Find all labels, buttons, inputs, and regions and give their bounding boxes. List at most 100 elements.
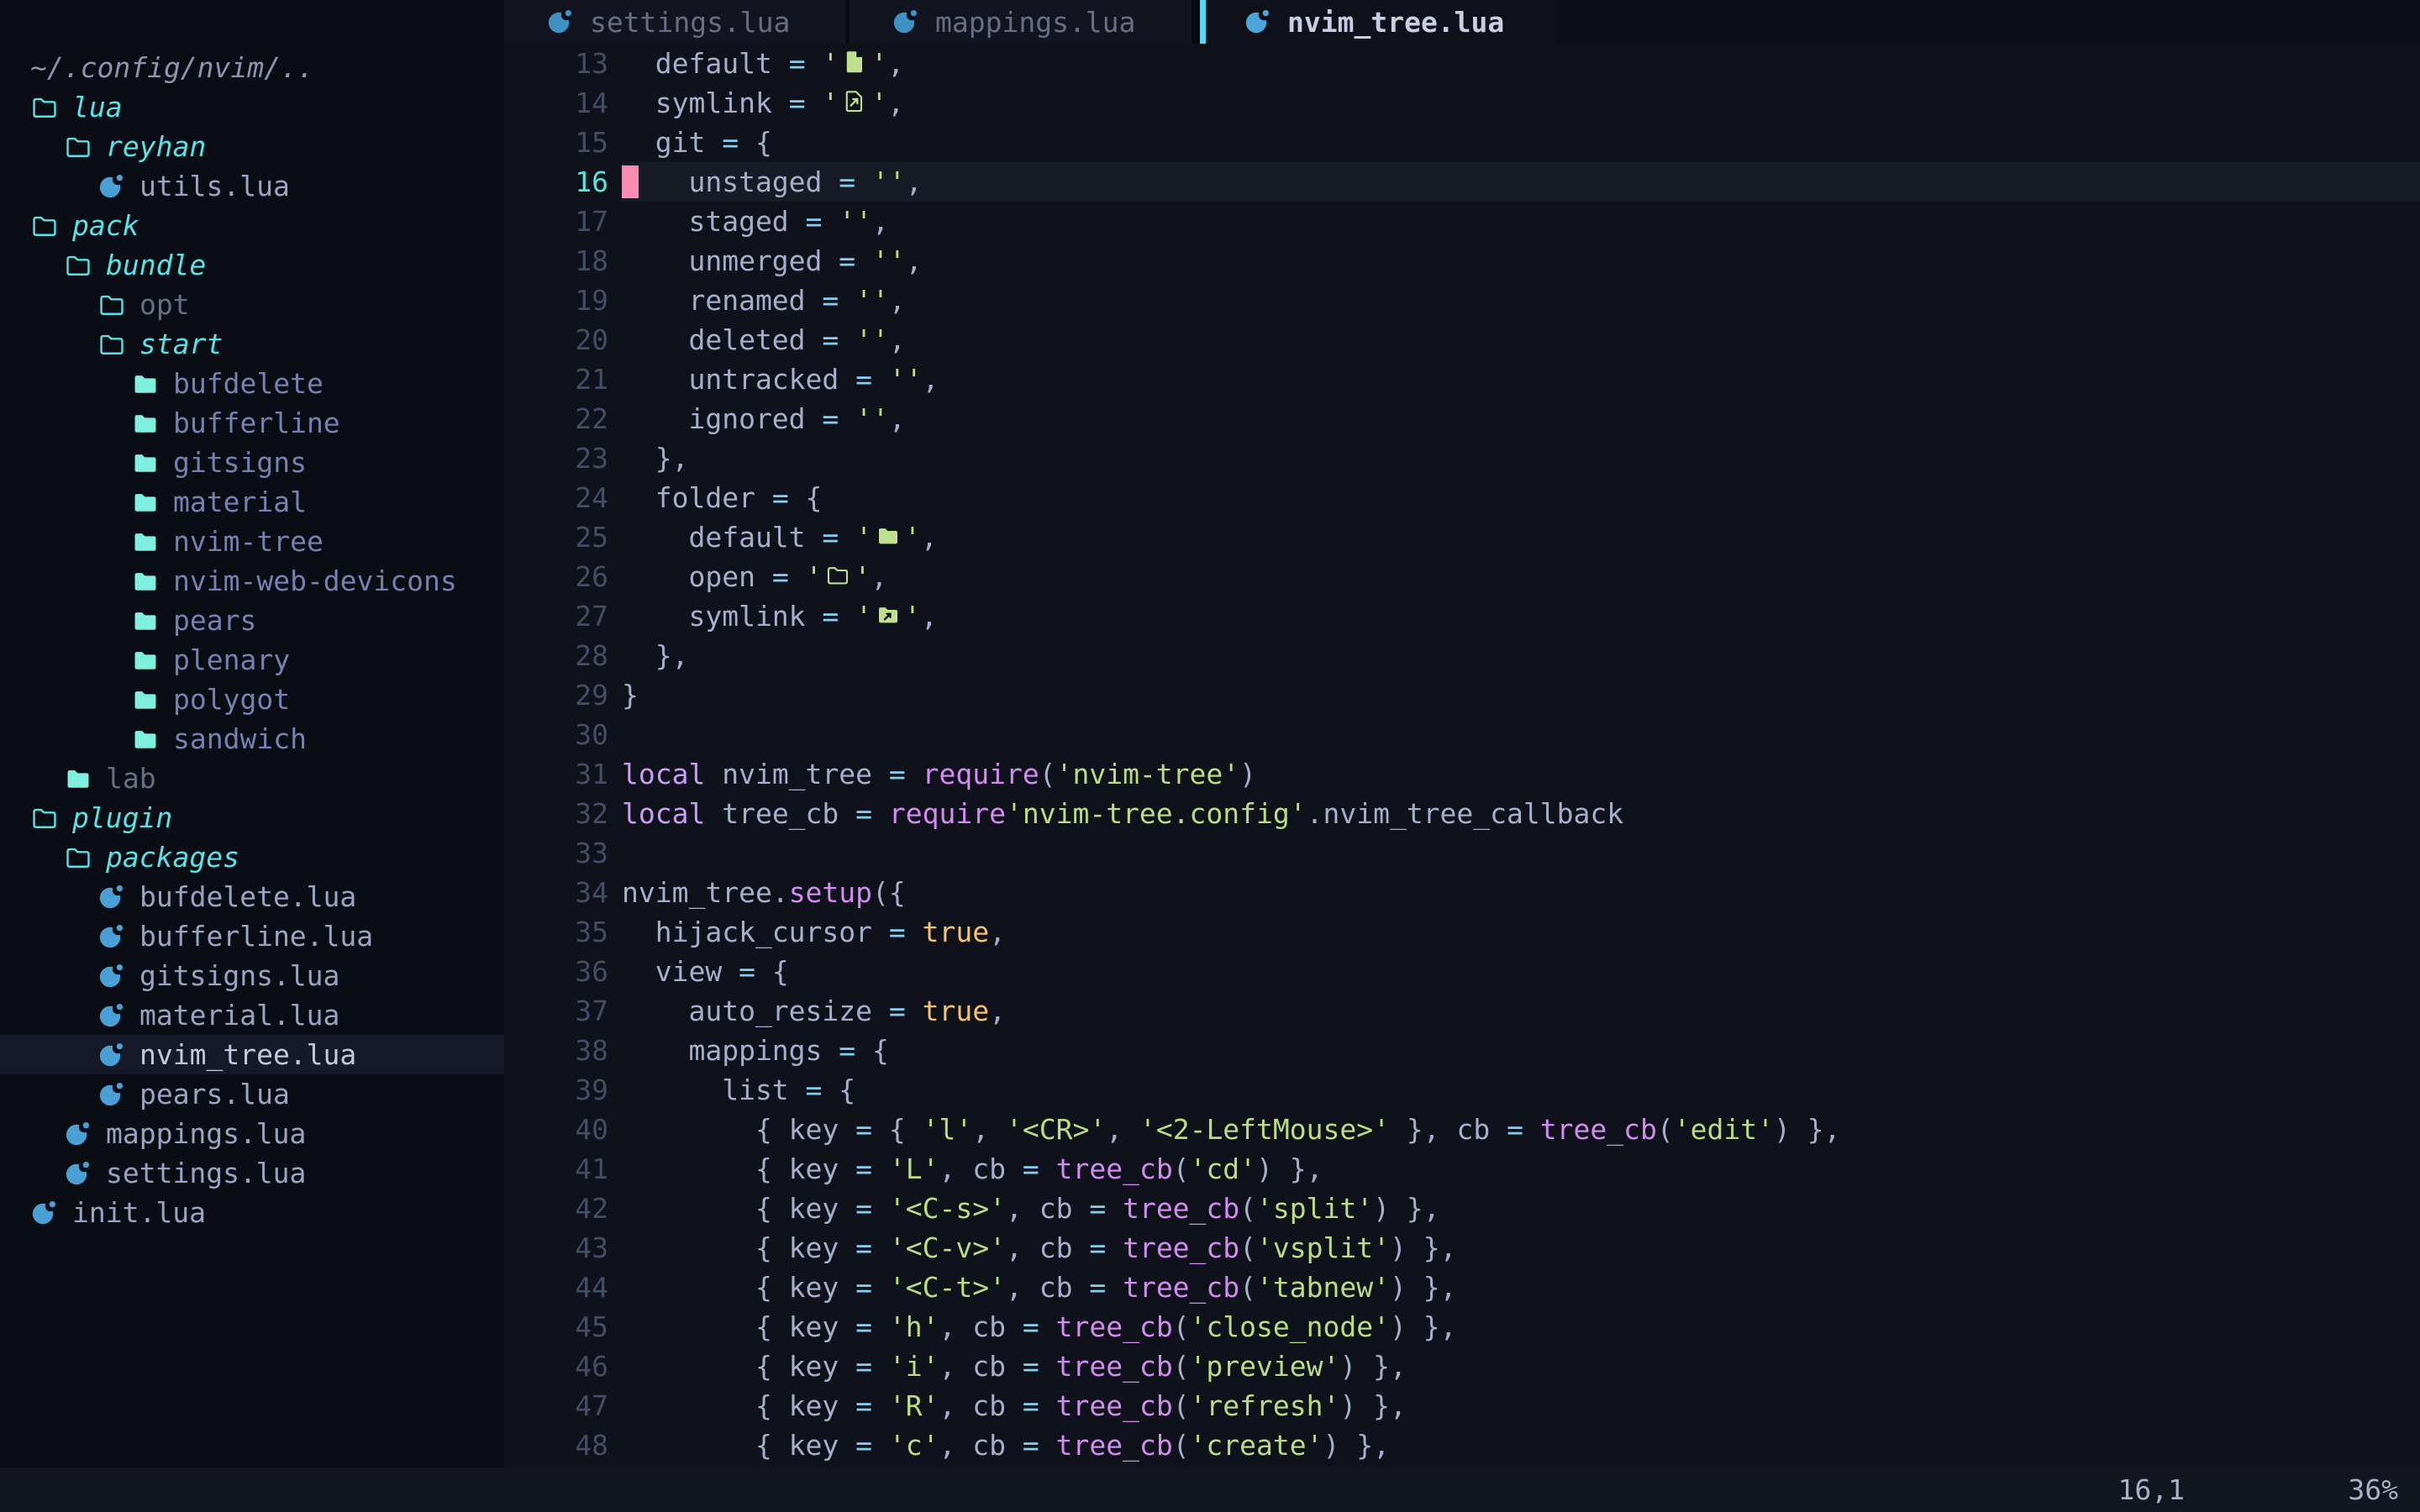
line-number: 20: [504, 320, 608, 360]
line-number: 16: [504, 162, 608, 202]
code-line-34[interactable]: 34nvim_tree.setup({: [504, 873, 2420, 912]
code-line-44[interactable]: 44 { key = '<C-t>', cb = tree_cb('tabnew…: [504, 1268, 2420, 1307]
code-line-22[interactable]: 22 ignored = '',: [504, 399, 2420, 438]
cursor-block: [622, 165, 639, 198]
code-line-23[interactable]: 23 },: [504, 438, 2420, 478]
code-line-43[interactable]: 43 { key = '<C-v>', cb = tree_cb('vsplit…: [504, 1228, 2420, 1268]
tree-item-label: utils.lua: [139, 170, 290, 202]
tree-item-nvim_tree.lua[interactable]: nvim_tree.lua: [0, 1035, 504, 1074]
tree-item-bundle[interactable]: bundle: [0, 245, 504, 285]
code-text: },: [622, 438, 2420, 478]
tree-item-packages[interactable]: packages: [0, 837, 504, 877]
tree-item-label: bundle: [106, 249, 206, 281]
tree-item-start[interactable]: start: [0, 324, 504, 364]
code-line-16[interactable]: 16 unstaged = '',: [504, 162, 2420, 202]
code-line-33[interactable]: 33: [504, 833, 2420, 873]
code-line-17[interactable]: 17 staged = '',: [504, 202, 2420, 241]
tree-item-sandwich[interactable]: sandwich: [0, 719, 504, 759]
tree-item-lab[interactable]: lab: [0, 759, 504, 798]
code-line-48[interactable]: 48 { key = 'c', cb = tree_cb('create') }…: [504, 1425, 2420, 1465]
code-text: open = '',: [622, 557, 2420, 596]
code-line-20[interactable]: 20 deleted = '',: [504, 320, 2420, 360]
tree-item-bufdelete.lua[interactable]: bufdelete.lua: [0, 877, 504, 916]
tab-nvim_tree.lua[interactable]: nvim_tree.lua: [1200, 0, 1556, 44]
line-number: 15: [504, 123, 608, 162]
line-number: 22: [504, 399, 608, 438]
code-line-29[interactable]: 29}: [504, 675, 2420, 715]
tree-item-settings.lua[interactable]: settings.lua: [0, 1153, 504, 1193]
code-line-42[interactable]: 42 { key = '<C-s>', cb = tree_cb('split'…: [504, 1189, 2420, 1228]
code-line-31[interactable]: 31local nvim_tree = require('nvim-tree'): [504, 754, 2420, 794]
code-line-24[interactable]: 24 folder = {: [504, 478, 2420, 517]
code-line-28[interactable]: 28 },: [504, 636, 2420, 675]
code-text: hijack_cursor = true,: [622, 912, 2420, 952]
folder-open-icon: [97, 290, 128, 320]
code-line-19[interactable]: 19 renamed = '',: [504, 281, 2420, 320]
code-line-21[interactable]: 21 untracked = '',: [504, 360, 2420, 399]
tree-item-bufferline[interactable]: bufferline: [0, 403, 504, 443]
line-number: 31: [504, 754, 608, 794]
tree-item-plugin[interactable]: plugin: [0, 798, 504, 837]
tab-settings.lua[interactable]: settings.lua: [504, 0, 846, 44]
code-line-14[interactable]: 14 symlink = '',: [504, 83, 2420, 123]
code-line-46[interactable]: 46 { key = 'i', cb = tree_cb('preview') …: [504, 1347, 2420, 1386]
tree-item-material.lua[interactable]: material.lua: [0, 995, 504, 1035]
tree-item-init.lua[interactable]: init.lua: [0, 1193, 504, 1232]
tree-item-bufdelete[interactable]: bufdelete: [0, 364, 504, 403]
code-line-41[interactable]: 41 { key = 'L', cb = tree_cb('cd') },: [504, 1149, 2420, 1189]
tree-item-gitsigns[interactable]: gitsigns: [0, 443, 504, 482]
tab-mappings.lua[interactable]: mappings.lua: [850, 0, 1192, 44]
code-line-32[interactable]: 32local tree_cb = require'nvim-tree.conf…: [504, 794, 2420, 833]
line-number: 30: [504, 715, 608, 754]
code-line-13[interactable]: 13 default = '',: [504, 44, 2420, 83]
file-symlink-icon: [839, 88, 871, 117]
lua-icon: [97, 1040, 128, 1070]
code-line-30[interactable]: 30: [504, 715, 2420, 754]
tree-item-polygot[interactable]: polygot: [0, 680, 504, 719]
editor-buffer[interactable]: 13 default = '',14 symlink = '',15 git =…: [504, 44, 2420, 1467]
tree-item-nvim-tree[interactable]: nvim-tree: [0, 522, 504, 561]
code-line-45[interactable]: 45 { key = 'h', cb = tree_cb('close_node…: [504, 1307, 2420, 1347]
code-line-18[interactable]: 18 unmerged = '',: [504, 241, 2420, 281]
folder-closed-icon: [131, 566, 161, 596]
folder-closed-icon: [131, 645, 161, 675]
tree-item-pack[interactable]: pack: [0, 206, 504, 245]
code-text: folder = {: [622, 478, 2420, 517]
tree-item-label: gitsigns.lua: [139, 959, 339, 992]
folder-open-icon: [64, 843, 94, 873]
code-line-15[interactable]: 15 git = {: [504, 123, 2420, 162]
tree-item-bufferline.lua[interactable]: bufferline.lua: [0, 916, 504, 956]
tree-item-lua[interactable]: lua: [0, 87, 504, 127]
lua-icon: [97, 961, 128, 991]
lua-icon: [97, 1079, 128, 1110]
tree-item-material[interactable]: material: [0, 482, 504, 522]
code-text: ignored = '',: [622, 399, 2420, 438]
code-line-36[interactable]: 36 view = {: [504, 952, 2420, 991]
tree-item-reyhan[interactable]: reyhan: [0, 127, 504, 166]
main-area: ~/.config/nvim/.. luareyhan utils.lua pack…: [0, 44, 2420, 1467]
code-line-35[interactable]: 35 hijack_cursor = true,: [504, 912, 2420, 952]
code-line-25[interactable]: 25 default = '',: [504, 517, 2420, 557]
tree-item-opt[interactable]: opt: [0, 285, 504, 324]
code-line-27[interactable]: 27 symlink = '',: [504, 596, 2420, 636]
code-line-26[interactable]: 26 open = '',: [504, 557, 2420, 596]
tree-item-pears[interactable]: pears: [0, 601, 504, 640]
tab-label: nvim_tree.lua: [1287, 6, 1504, 39]
tree-root-path[interactable]: ~/.config/nvim/..: [0, 48, 504, 87]
line-number: 24: [504, 478, 608, 517]
tree-item-mappings.lua[interactable]: mappings.lua: [0, 1114, 504, 1153]
tree-item-pears.lua[interactable]: pears.lua: [0, 1074, 504, 1114]
lua-icon: [64, 1158, 94, 1189]
tree-item-nvim-web-devicons[interactable]: nvim-web-devicons: [0, 561, 504, 601]
tree-item-gitsigns.lua[interactable]: gitsigns.lua: [0, 956, 504, 995]
code-line-38[interactable]: 38 mappings = {: [504, 1031, 2420, 1070]
tree-item-utils.lua[interactable]: utils.lua: [0, 166, 504, 206]
code-line-39[interactable]: 39 list = {: [504, 1070, 2420, 1110]
tree-item-plenary[interactable]: plenary: [0, 640, 504, 680]
code-line-37[interactable]: 37 auto_resize = true,: [504, 991, 2420, 1031]
folder-closed-icon: [131, 369, 161, 399]
code-line-40[interactable]: 40 { key = { 'l', '<CR>', '<2-LeftMouse>…: [504, 1110, 2420, 1149]
file-icon: [839, 49, 871, 77]
code-line-47[interactable]: 47 { key = 'R', cb = tree_cb('refresh') …: [504, 1386, 2420, 1425]
lua-icon: [97, 921, 128, 952]
